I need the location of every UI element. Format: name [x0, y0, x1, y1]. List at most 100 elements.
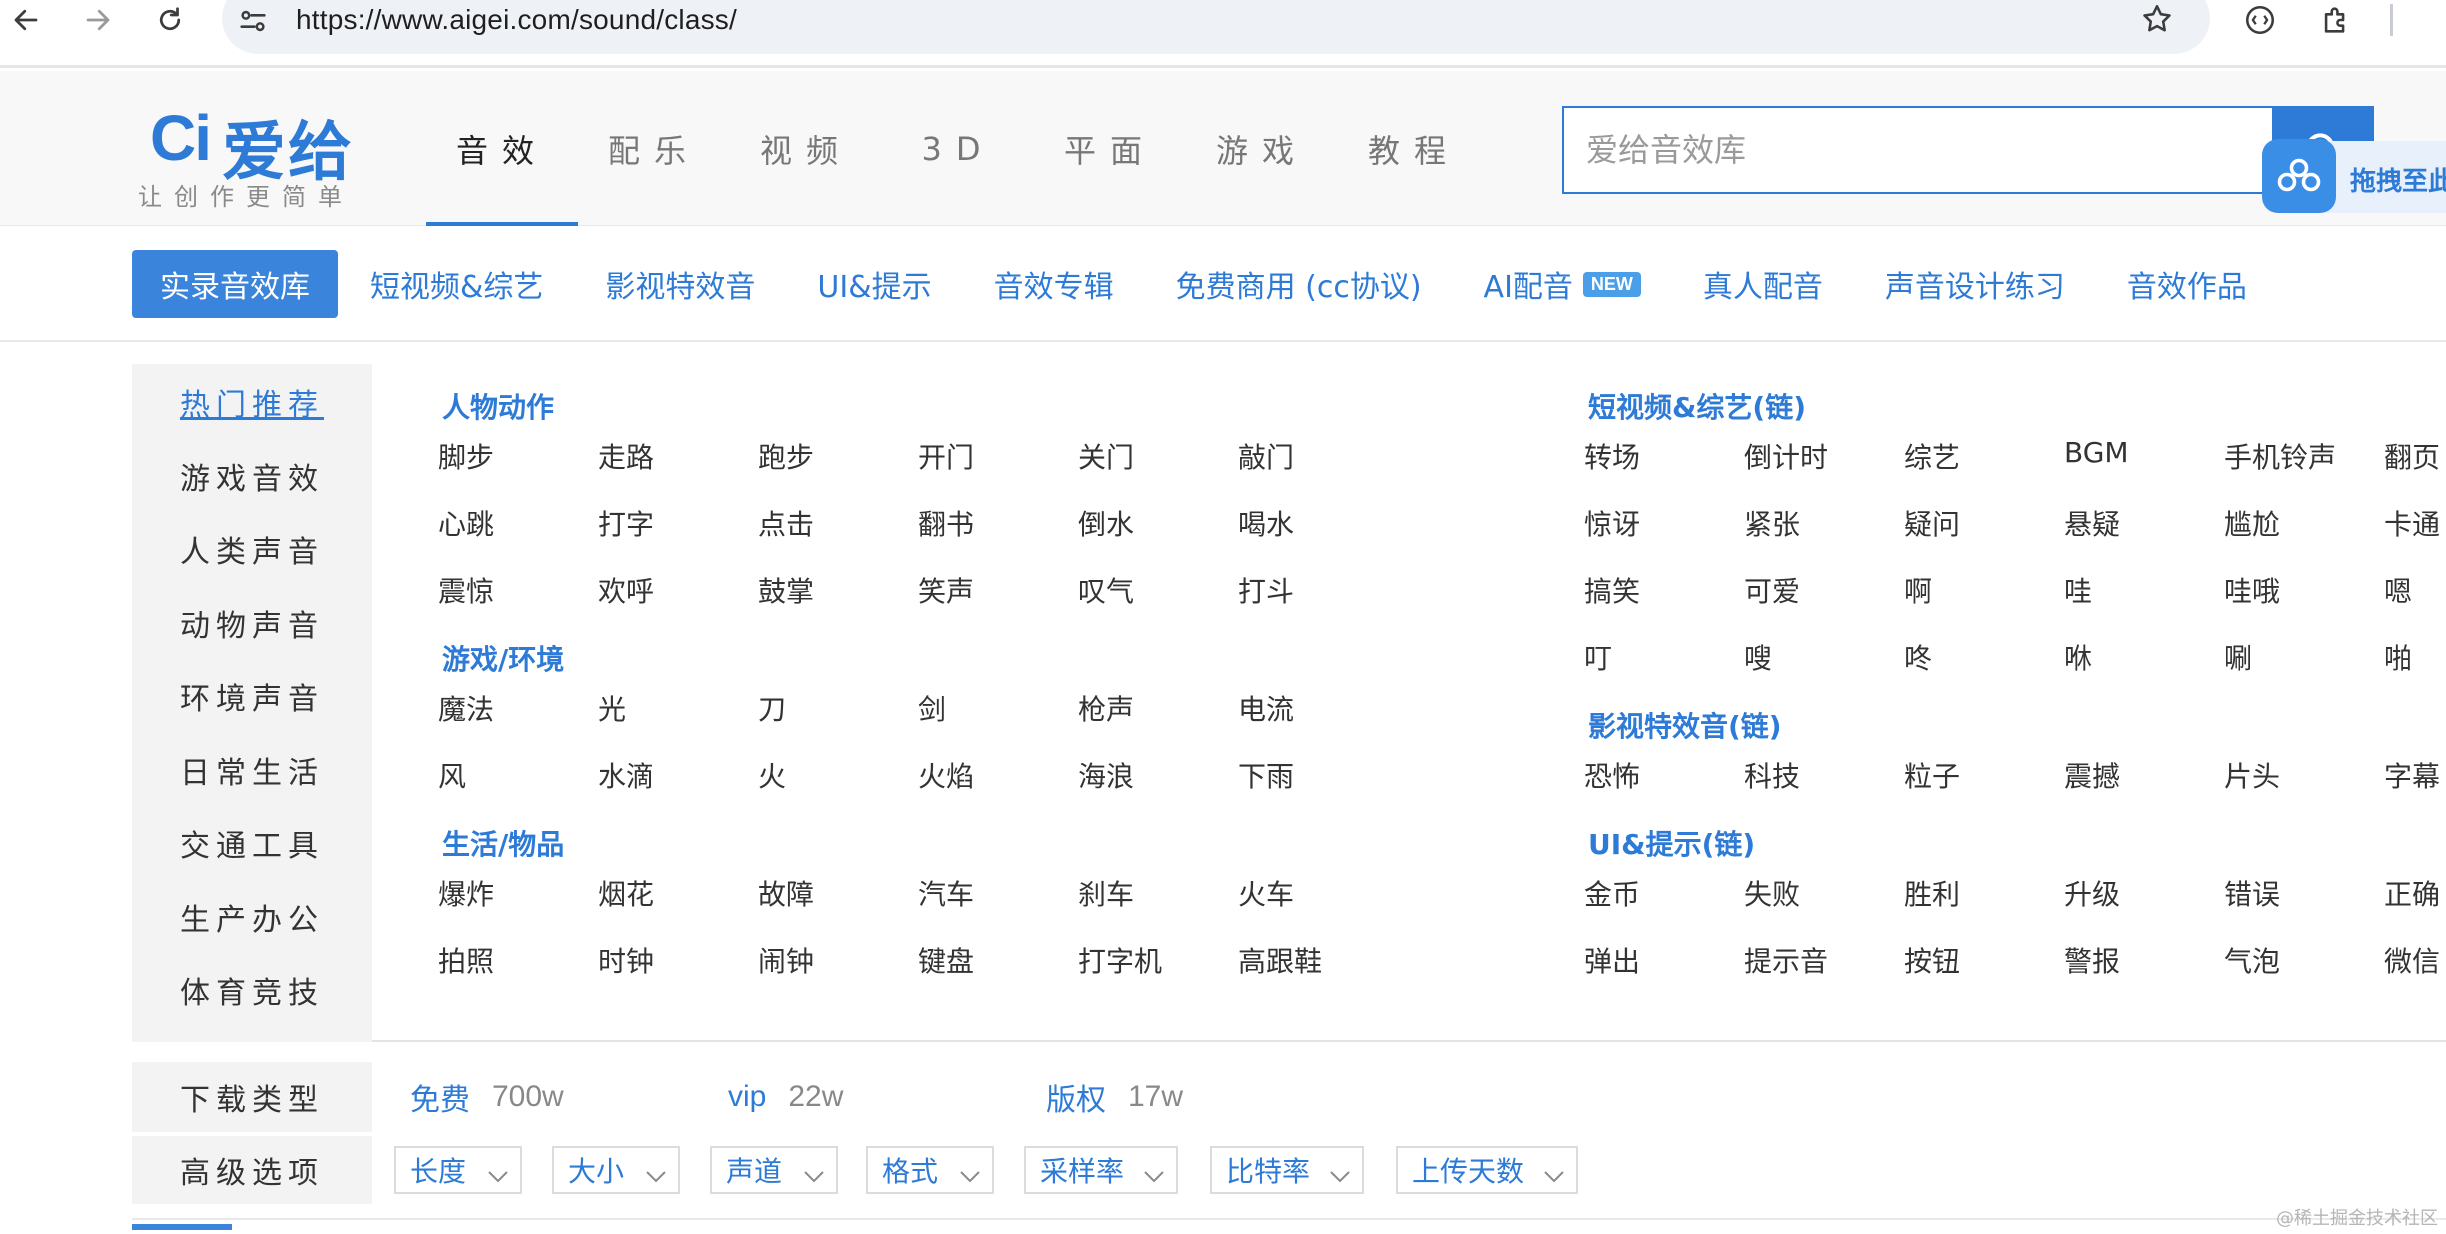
category-tag[interactable]: 水滴 — [598, 755, 654, 795]
category-tag[interactable]: 打字 — [598, 503, 654, 543]
main-tab[interactable]: 音效 — [426, 71, 578, 226]
category-tag[interactable]: 跑步 — [758, 436, 814, 476]
category-tag[interactable]: 欢呼 — [598, 570, 654, 610]
category-tag[interactable]: 拍照 — [438, 940, 494, 980]
category-tag[interactable]: 金币 — [1584, 873, 1640, 913]
category-tag[interactable]: 咚 — [1904, 637, 1932, 677]
sidebar-item[interactable]: 环境声音 — [132, 674, 372, 718]
category-tag[interactable]: 字幕 — [2384, 755, 2440, 795]
sub-nav-item[interactable]: 音效专辑 — [994, 262, 1114, 306]
group-title[interactable]: 影视特效音(链) — [1588, 705, 1782, 745]
group-title[interactable]: UI&提示(链) — [1588, 823, 1755, 863]
category-tag[interactable]: 刀 — [758, 688, 786, 728]
sidebar-item[interactable]: 日常生活 — [132, 748, 372, 792]
sub-nav-item[interactable]: 免费商用 (cc协议) — [1176, 262, 1422, 306]
sub-nav-item[interactable]: 实录音效库 — [132, 250, 338, 318]
category-tag[interactable]: 打字机 — [1078, 940, 1162, 980]
category-tag[interactable]: 弹出 — [1584, 940, 1640, 980]
filter-dropdown[interactable]: 大小 — [552, 1146, 680, 1194]
main-tab[interactable]: 3D — [882, 71, 1034, 226]
filter-dropdown[interactable]: 长度 — [394, 1146, 522, 1194]
category-tag[interactable]: 咻 — [2064, 637, 2092, 677]
group-title[interactable]: 生活/物品 — [442, 823, 564, 863]
category-tag[interactable]: 翻书 — [918, 503, 974, 543]
category-tag[interactable]: 提示音 — [1744, 940, 1828, 980]
category-tag[interactable]: 喝水 — [1238, 503, 1294, 543]
drag-upload-tab[interactable]: 拖拽至此 — [2262, 139, 2446, 213]
category-tag[interactable]: 恐怖 — [1584, 755, 1640, 795]
category-tag[interactable]: 关门 — [1078, 436, 1134, 476]
category-tag[interactable]: 翻页 — [2384, 436, 2440, 476]
category-tag[interactable]: 科技 — [1744, 755, 1800, 795]
category-tag[interactable]: 爆炸 — [438, 873, 494, 913]
category-tag[interactable]: 枪声 — [1078, 688, 1134, 728]
category-tag[interactable]: 惊讶 — [1584, 503, 1640, 543]
filter-dropdown[interactable]: 声道 — [710, 1146, 838, 1194]
filter-dropdown[interactable]: 比特率 — [1210, 1146, 1364, 1194]
category-tag[interactable]: 嗯 — [2384, 570, 2412, 610]
category-tag[interactable]: 闹钟 — [758, 940, 814, 980]
sub-nav-item[interactable]: 影视特效音 — [605, 262, 755, 306]
category-tag[interactable]: 叮 — [1584, 637, 1612, 677]
category-tag[interactable]: 错误 — [2224, 873, 2280, 913]
category-tag[interactable]: 片头 — [2224, 755, 2280, 795]
sidebar-item[interactable]: 热门推荐 — [132, 380, 372, 424]
category-tag[interactable]: 气泡 — [2224, 940, 2280, 980]
sidebar-item[interactable]: 体育竞技 — [132, 968, 372, 1012]
download-option[interactable]: vip 22w — [728, 1062, 843, 1132]
category-tag[interactable]: 啪 — [2384, 637, 2412, 677]
category-tag[interactable]: 心跳 — [438, 503, 494, 543]
category-tag[interactable]: 可爱 — [1744, 570, 1800, 610]
category-tag[interactable]: 粒子 — [1904, 755, 1960, 795]
category-tag[interactable]: 疑问 — [1904, 503, 1960, 543]
category-tag[interactable]: 点击 — [758, 503, 814, 543]
category-tag[interactable]: 倒水 — [1078, 503, 1134, 543]
site-info-icon[interactable] — [236, 4, 276, 44]
category-tag[interactable]: 火车 — [1238, 873, 1294, 913]
sidebar-item[interactable]: 生产办公 — [132, 895, 372, 939]
main-tab[interactable]: 教程 — [1338, 71, 1490, 226]
filter-dropdown[interactable]: 采样率 — [1024, 1146, 1178, 1194]
category-tag[interactable]: 走路 — [598, 436, 654, 476]
filter-dropdown[interactable]: 格式 — [866, 1146, 994, 1194]
category-tag[interactable]: 故障 — [758, 873, 814, 913]
main-tab[interactable]: 视频 — [730, 71, 882, 226]
category-tag[interactable]: 海浪 — [1078, 755, 1134, 795]
download-option[interactable]: 版权 17w — [1046, 1062, 1183, 1132]
category-tag[interactable]: 键盘 — [918, 940, 974, 980]
category-tag[interactable]: 卡通 — [2384, 503, 2440, 543]
category-tag[interactable]: 汽车 — [918, 873, 974, 913]
group-title[interactable]: 游戏/环境 — [442, 638, 564, 678]
category-tag[interactable]: 剑 — [918, 688, 946, 728]
category-tag[interactable]: 叹气 — [1078, 570, 1134, 610]
category-tag[interactable]: 震惊 — [438, 570, 494, 610]
category-tag[interactable]: 高跟鞋 — [1238, 940, 1322, 980]
sub-nav-item[interactable]: 真人配音 — [1703, 262, 1823, 306]
category-tag[interactable]: 啊 — [1904, 570, 1932, 610]
category-tag[interactable]: 嗖 — [1744, 637, 1772, 677]
category-tag[interactable]: 按钮 — [1904, 940, 1960, 980]
category-tag[interactable]: BGM — [2064, 436, 2129, 469]
category-tag[interactable]: 升级 — [2064, 873, 2120, 913]
category-tag[interactable]: 下雨 — [1238, 755, 1294, 795]
category-tag[interactable]: 震撼 — [2064, 755, 2120, 795]
download-option[interactable]: 免费 700w — [410, 1062, 564, 1132]
bookmark-star-icon[interactable] — [2140, 2, 2180, 42]
category-tag[interactable]: 唰 — [2224, 637, 2252, 677]
extension-api-icon[interactable] — [2236, 0, 2284, 40]
filter-dropdown[interactable]: 上传天数 — [1396, 1146, 1578, 1194]
sub-nav-item[interactable]: AI配音 NEW — [1484, 262, 1641, 306]
search-input[interactable] — [1564, 108, 2272, 192]
category-tag[interactable]: 风 — [438, 755, 466, 795]
category-tag[interactable]: 敲门 — [1238, 436, 1294, 476]
category-tag[interactable]: 尴尬 — [2224, 503, 2280, 543]
sidebar-item[interactable]: 人类声音 — [132, 527, 372, 571]
category-tag[interactable]: 魔法 — [438, 688, 494, 728]
category-tag[interactable]: 悬疑 — [2064, 503, 2120, 543]
category-tag[interactable]: 刹车 — [1078, 873, 1134, 913]
category-tag[interactable]: 火焰 — [918, 755, 974, 795]
main-tab[interactable]: 平面 — [1034, 71, 1186, 226]
category-tag[interactable]: 哇哦 — [2224, 570, 2280, 610]
main-tab[interactable]: 游戏 — [1186, 71, 1338, 226]
category-tag[interactable]: 鼓掌 — [758, 570, 814, 610]
